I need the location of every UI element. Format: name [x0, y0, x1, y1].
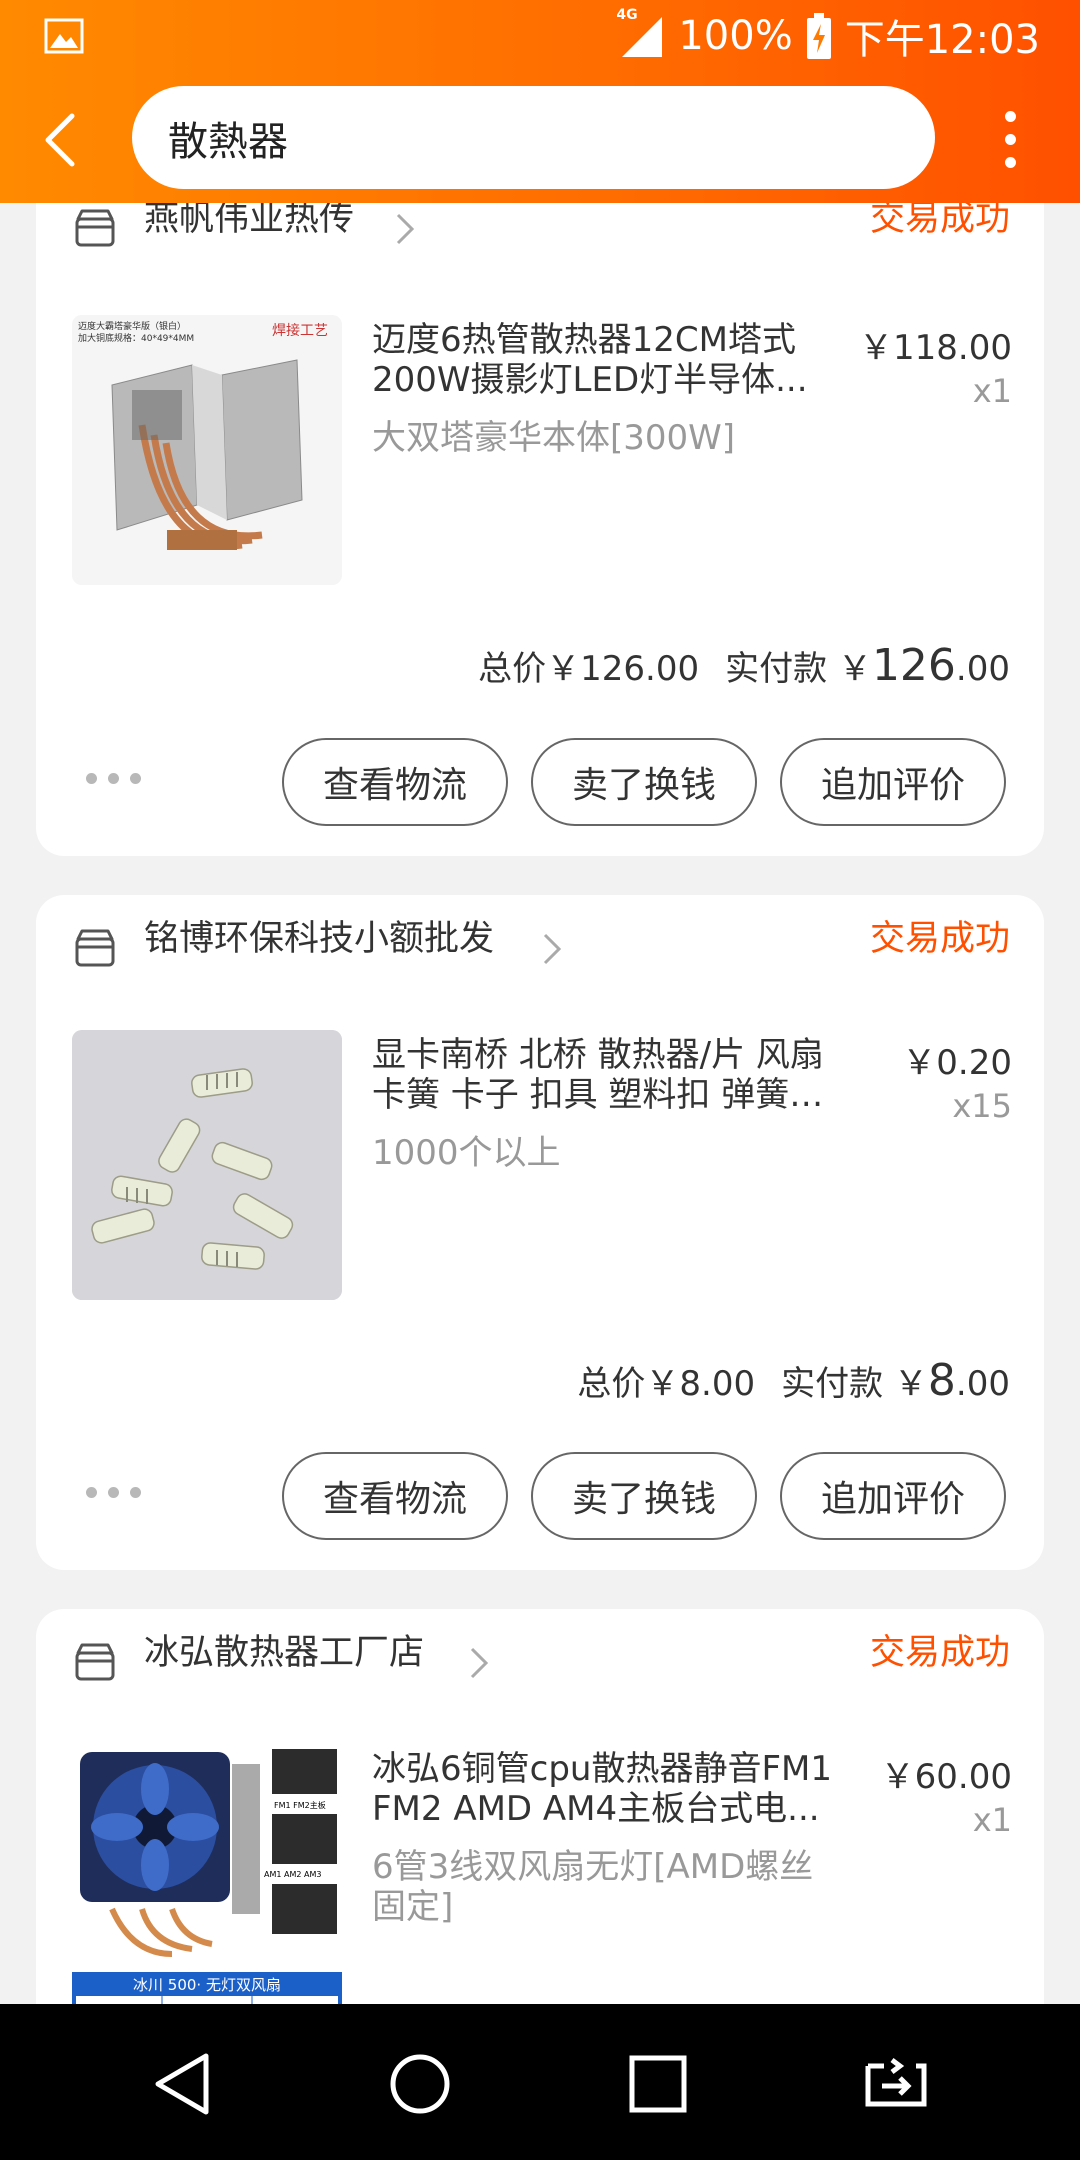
- order-totals: 总价￥8.00 实付款 ￥ 8 .00: [577, 1355, 1010, 1406]
- product-title[interactable]: 迈度6热管散热器12CM塔式 200W摄影灯LED灯半导体...: [372, 320, 852, 400]
- product-price: ￥60.00: [880, 1757, 1012, 1797]
- chevron-right-icon: [396, 213, 415, 245]
- svg-text:FM1 FM2主板: FM1 FM2主板: [274, 1800, 326, 1810]
- app-switch-icon: [865, 2058, 927, 2107]
- system-navigation-bar: [0, 2004, 1080, 2160]
- product-sku: 大双塔豪华本体[300W]: [372, 418, 736, 458]
- total-price: 总价￥8.00: [577, 1364, 756, 1404]
- search-input[interactable]: 散熱器: [132, 86, 935, 189]
- product-title-line: 200W摄影灯LED灯半导体...: [372, 360, 808, 400]
- heatsink-product-image: 迈度大霸塔豪华版（银白） 加大铜底规格：40*49*4MM 焊接工艺: [72, 315, 342, 585]
- paid-label: 实付款 ￥: [781, 1364, 928, 1404]
- product-title-line: 迈度6热管散热器12CM塔式: [372, 320, 796, 360]
- circle-home-icon: [390, 2054, 450, 2114]
- thumb-banner-text: 冰川 500· 无灯双风扇: [133, 1976, 281, 1994]
- shop-icon: [75, 209, 115, 247]
- view-logistics-button[interactable]: 查看物流: [282, 1452, 508, 1540]
- order-status: 交易成功: [869, 919, 1010, 959]
- more-actions-button[interactable]: [86, 773, 141, 784]
- more-dot-icon: [1004, 110, 1016, 122]
- thumb-badge: 焊接工艺: [272, 322, 328, 339]
- square-recents-icon: [629, 2055, 687, 2113]
- total-price: 总价￥126.00: [478, 649, 700, 689]
- shop-name-link[interactable]: 铭博环保科技小额批发: [144, 915, 494, 963]
- order-card-header: 铭博环保科技小额批发 交易成功: [36, 895, 1044, 985]
- product-price: ￥0.20: [902, 1043, 1012, 1083]
- shop-name-link[interactable]: 冰弘散热器工厂店: [144, 1629, 424, 1677]
- gallery-notification-icon: [44, 18, 84, 54]
- order-totals: 总价￥126.00 实付款 ￥ 126 .00: [478, 640, 1010, 691]
- resell-button[interactable]: 卖了换钱: [531, 738, 757, 826]
- svg-text:迈度大霸塔豪华版（银白）: 迈度大霸塔豪华版（银白）: [78, 320, 186, 332]
- cpu-cooler-product-image: FM1 FM2主板 AM1 AM2 AM3 冰川 500· 无灯双风扇: [72, 1744, 342, 2014]
- nav-back-button[interactable]: [142, 2044, 222, 2124]
- view-logistics-button[interactable]: 查看物流: [282, 738, 508, 826]
- product-quantity: x1: [972, 372, 1012, 410]
- nav-home-button[interactable]: [380, 2044, 460, 2124]
- status-bar: 4G 100% 下午12:03: [0, 0, 1080, 72]
- order-card[interactable]: 燕帆伟业热传 交易成功 迈度大霸塔豪华版（银白） 加大铜底规格：40*49*4M…: [36, 175, 1044, 856]
- product-title[interactable]: 冰弘6铜管cpu散热器静音FM1 FM2 AMD AM4主板台式电...: [372, 1749, 852, 1829]
- product-sku: 6管3线双风扇无灯[AMD螺丝固定]: [372, 1847, 814, 1927]
- product-quantity: x15: [952, 1087, 1012, 1125]
- back-button[interactable]: [24, 100, 96, 180]
- chevron-right-icon: [470, 1647, 489, 1679]
- paid-amount-dec: .00: [955, 1364, 1010, 1404]
- product-thumbnail[interactable]: FM1 FM2主板 AM1 AM2 AM3 冰川 500· 无灯双风扇: [72, 1744, 342, 2014]
- product-thumbnail[interactable]: [72, 1030, 342, 1300]
- nav-switch-app-button[interactable]: [856, 2044, 936, 2124]
- shop-icon: [75, 1643, 115, 1681]
- product-title[interactable]: 显卡南桥 北桥 散热器/片 风扇 卡簧 卡子 扣具 塑料扣 弹簧扣...: [372, 1035, 852, 1115]
- product-quantity: x1: [972, 1801, 1012, 1839]
- resell-button[interactable]: 卖了换钱: [531, 1452, 757, 1540]
- search-query: 散熱器: [168, 118, 288, 165]
- more-menu-button[interactable]: [985, 94, 1035, 184]
- product-title-line: 冰弘6铜管cpu散热器静音FM1: [372, 1749, 832, 1789]
- order-card[interactable]: 冰弘散热器工厂店 交易成功 FM1 FM2主板 AM1 AM2 AM3 冰川 5…: [36, 1609, 1044, 2059]
- signal-icon: 4G: [616, 7, 664, 59]
- product-title-line: 显卡南桥 北桥 散热器/片 风扇: [372, 1035, 824, 1075]
- chevron-left-icon: [45, 113, 75, 167]
- network-type: 4G: [616, 7, 638, 23]
- product-thumbnail[interactable]: 迈度大霸塔豪华版（银白） 加大铜底规格：40*49*4MM 焊接工艺: [72, 315, 342, 585]
- order-card[interactable]: 铭博环保科技小额批发 交易成功 显卡南桥 北桥 散热器/片 风扇 卡簧 卡子 扣…: [36, 895, 1044, 1570]
- triangle-back-icon: [155, 2053, 209, 2115]
- more-dot-icon: [1004, 156, 1016, 168]
- svg-text:加大铜底规格：40*49*4MM: 加大铜底规格：40*49*4MM: [78, 332, 194, 344]
- spring-clips-product-image: [72, 1030, 342, 1300]
- chevron-right-icon: [543, 933, 562, 965]
- paid-amount-int: 126: [871, 640, 956, 691]
- search-nav-row: 散熱器: [0, 72, 1080, 203]
- product-sku: 1000个以上: [372, 1133, 561, 1173]
- shop-icon: [75, 929, 115, 967]
- product-title-line: FM2 AMD AM4主板台式电...: [372, 1789, 820, 1829]
- paid-amount-dec: .00: [955, 649, 1010, 689]
- product-price: ￥118.00: [859, 328, 1012, 368]
- paid-amount-int: 8: [927, 1355, 956, 1406]
- nav-recents-button[interactable]: [618, 2044, 698, 2124]
- order-card-header: 冰弘散热器工厂店 交易成功: [36, 1609, 1044, 1699]
- product-title-line: 卡簧 卡子 扣具 塑料扣 弹簧扣...: [372, 1075, 852, 1115]
- more-dot-icon: [1004, 133, 1016, 145]
- svg-text:AM1 AM2 AM3: AM1 AM2 AM3: [264, 1870, 321, 1879]
- more-actions-button[interactable]: [86, 1487, 141, 1498]
- clock: 下午12:03: [844, 17, 1040, 63]
- app-header: 4G 100% 下午12:03 散熱器: [0, 0, 1080, 203]
- battery-percent: 100%: [678, 13, 793, 59]
- add-review-button[interactable]: 追加评价: [780, 1452, 1006, 1540]
- add-review-button[interactable]: 追加评价: [780, 738, 1006, 826]
- battery-charging-icon: [806, 13, 831, 59]
- paid-label: 实付款 ￥: [725, 649, 872, 689]
- order-status: 交易成功: [869, 1633, 1010, 1673]
